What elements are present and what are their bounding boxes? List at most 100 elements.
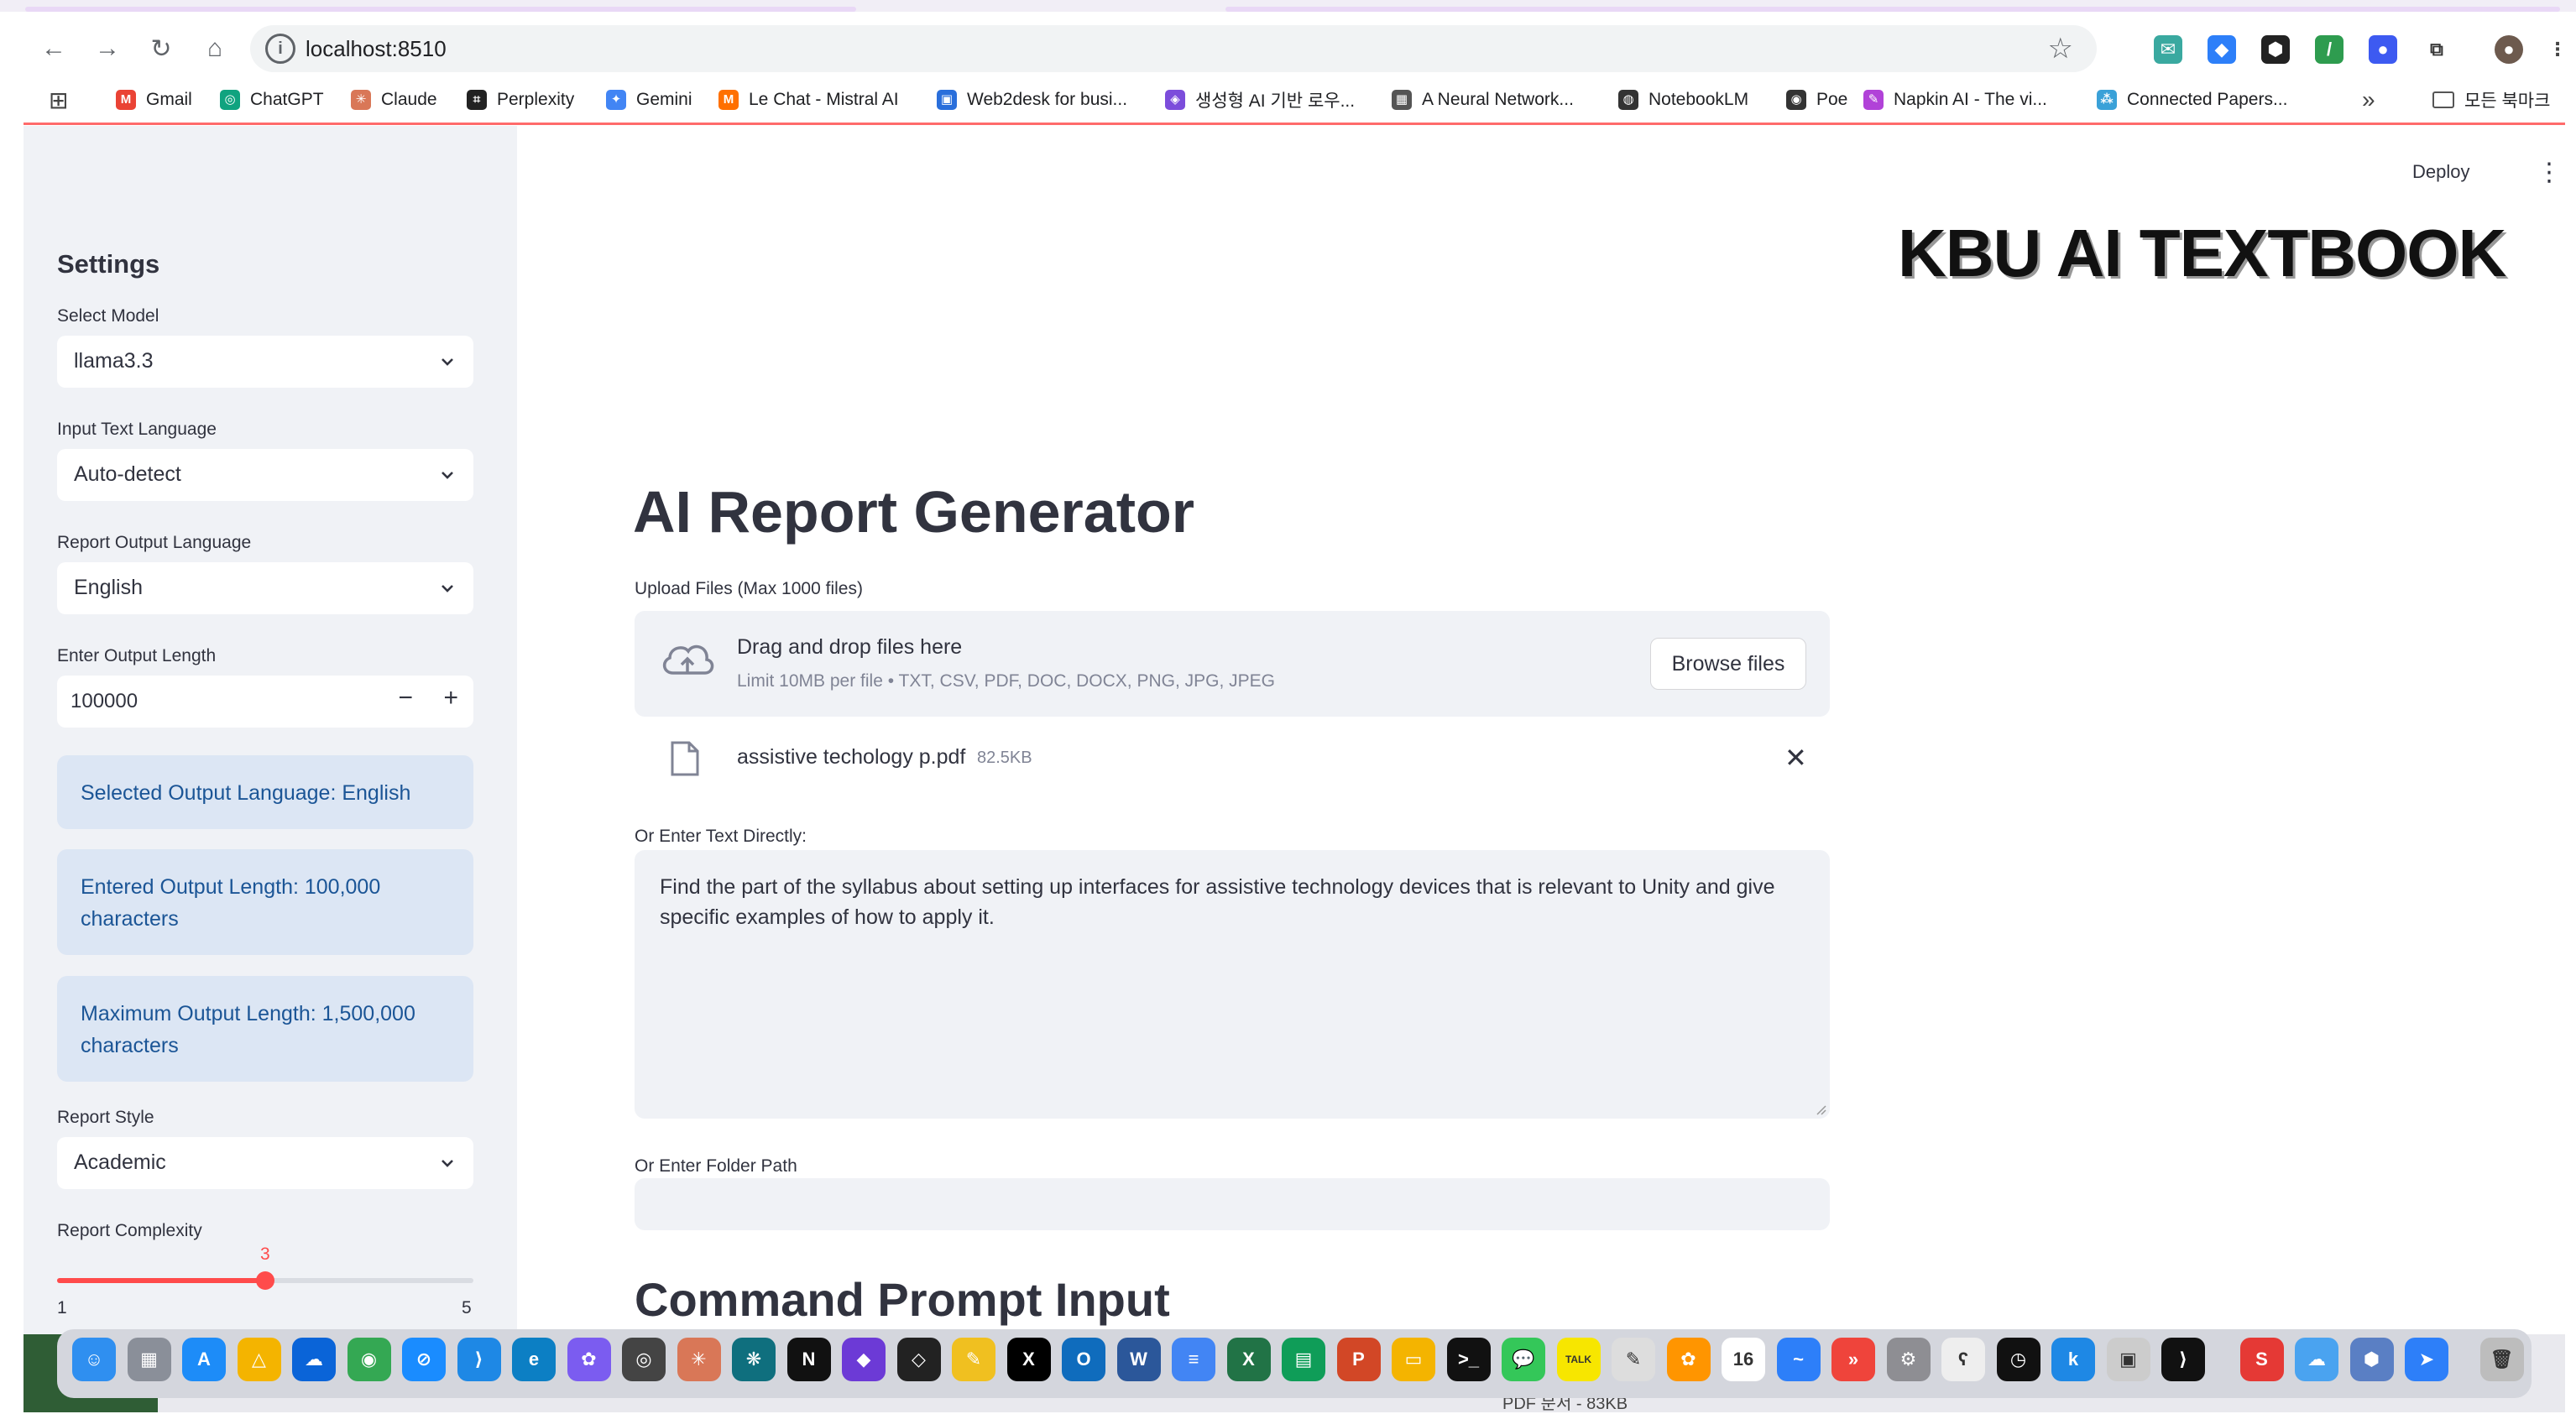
kakaotalk-icon[interactable]: TALK [1556, 1338, 1601, 1381]
bookmark-item[interactable]: ⌗ Perplexity [467, 86, 574, 114]
cursor-icon[interactable]: ◇ [896, 1338, 941, 1381]
home-icon[interactable]: ⌂ [193, 27, 237, 70]
model-select[interactable]: llama3.3 [57, 336, 473, 388]
complexity-slider[interactable] [57, 1271, 473, 1290]
launchpad-icon[interactable]: ▦ [127, 1338, 171, 1381]
output-language-select[interactable]: English [57, 562, 473, 614]
bookmark-label: Gmail [146, 90, 192, 109]
output-length-input[interactable]: 100000 − + [57, 676, 473, 728]
bookmark-item[interactable]: ✳ Claude [351, 86, 437, 114]
chrome-menu-icon[interactable]: ⋮ [2548, 35, 2567, 64]
arrow-app-icon[interactable]: ➤ [2405, 1338, 2448, 1381]
sheets-icon[interactable]: ▤ [1282, 1338, 1325, 1381]
preview-icon[interactable]: ▣ [2106, 1338, 2150, 1381]
text-input-value[interactable]: Find the part of the syllabus about sett… [660, 875, 1775, 929]
safari-icon[interactable]: ⊘ [402, 1338, 446, 1381]
arc-icon[interactable]: ◆ [842, 1338, 886, 1381]
input-language-select[interactable]: Auto-detect [57, 449, 473, 501]
extension-icon[interactable]: / [2315, 35, 2343, 64]
word-icon[interactable]: W [1116, 1338, 1161, 1381]
bookmark-item[interactable]: ✎ Napkin AI - The vi... [1863, 86, 2047, 114]
messages-icon[interactable]: 💬 [1502, 1338, 1545, 1381]
decrement-button[interactable]: − [398, 684, 413, 712]
trash-icon[interactable]: 🗑 [2479, 1338, 2524, 1381]
bookmark-item[interactable]: ◎ ChatGPT [220, 86, 324, 114]
freeform-icon[interactable]: ~ [1776, 1338, 1821, 1381]
main-menu-icon[interactable]: ⋮ [2537, 158, 2562, 187]
clock-icon[interactable]: ◷ [1996, 1338, 2040, 1381]
bookmark-item[interactable]: ◉ Poe [1786, 86, 1847, 114]
x-icon[interactable]: X [1006, 1338, 1051, 1381]
bookmark-item[interactable]: ◈ 생성형 AI 기반 로우... [1165, 86, 1355, 114]
url-text[interactable]: localhost:8510 [306, 36, 447, 62]
calendar-icon[interactable]: 16 [1722, 1338, 1765, 1381]
onedrive-icon[interactable]: ☁ [292, 1338, 336, 1381]
folder-path-input[interactable] [635, 1178, 1830, 1230]
brush-icon[interactable]: ✎ [952, 1338, 995, 1381]
vscode-icon[interactable]: ⟩ [457, 1338, 501, 1381]
bookmarks-overflow-icon[interactable]: » [2362, 86, 2375, 114]
bookmark-item[interactable]: M Le Chat - Mistral AI [718, 86, 899, 114]
settings-icon[interactable]: ⚙ [1886, 1338, 1931, 1381]
chrome-icon[interactable]: ◉ [347, 1338, 391, 1381]
address-bar[interactable]: i localhost:8510 ☆ [250, 25, 2097, 72]
bookmark-item[interactable]: ⁂ Connected Papers... [2097, 86, 2287, 114]
bookmark-item[interactable]: M Gmail [116, 86, 192, 114]
output-length-value[interactable]: 100000 [71, 690, 138, 713]
extension-icon[interactable]: ✉ [2154, 35, 2182, 64]
deploy-button[interactable]: Deploy [2412, 161, 2469, 183]
app-store-icon[interactable]: A [182, 1338, 226, 1381]
forward-icon[interactable]: → [86, 27, 129, 70]
photos-icon[interactable]: ✿ [1666, 1338, 1711, 1381]
notion-icon[interactable]: N [786, 1338, 831, 1381]
xcode-tool-icon[interactable]: ⟩ [2161, 1338, 2205, 1381]
back-icon[interactable]: ← [32, 27, 76, 70]
outlook-icon[interactable]: O [1062, 1338, 1105, 1381]
tab-highlight[interactable] [25, 7, 856, 12]
bookmark-item[interactable]: ✦ Gemini [606, 86, 692, 114]
s-app-icon[interactable]: S [2239, 1338, 2284, 1381]
google-drive-icon[interactable]: △ [237, 1338, 281, 1381]
text-input-area[interactable]: Find the part of the syllabus about sett… [635, 850, 1830, 1119]
terminal-icon[interactable]: >_ [1446, 1338, 1491, 1381]
tab-highlight[interactable] [1225, 7, 2560, 12]
bookmark-item[interactable]: ▣ Web2desk for busi... [937, 86, 1127, 114]
bookmark-star-icon[interactable]: ☆ [2048, 32, 2073, 65]
browse-files-button[interactable]: Browse files [1650, 638, 1806, 690]
anydesk-icon[interactable]: » [1831, 1338, 1875, 1381]
remove-file-icon[interactable]: ✕ [1784, 742, 1807, 774]
copilot-icon[interactable]: ✿ [567, 1338, 611, 1381]
extension-icon[interactable]: ◆ [2208, 35, 2236, 64]
icloud-icon[interactable]: ☁ [2295, 1338, 2338, 1381]
extension-icon[interactable]: ● [2369, 35, 2397, 64]
apps-grid-icon[interactable]: ⊞ [49, 86, 68, 114]
edge-icon[interactable]: e [512, 1338, 556, 1381]
bookmark-item[interactable]: ◍ NotebookLM [1618, 86, 1748, 114]
file-dropzone[interactable]: Drag and drop files here Limit 10MB per … [635, 611, 1830, 717]
slides-icon[interactable]: ▭ [1392, 1338, 1435, 1381]
all-bookmarks-folder[interactable]: 모든 북마크 [2432, 86, 2550, 114]
bear-icon[interactable]: ʕ [1941, 1338, 1985, 1381]
finder-icon[interactable]: ☺ [72, 1338, 116, 1381]
profile-avatar[interactable]: ● [2495, 35, 2523, 64]
butterfly-icon[interactable]: ❋ [732, 1338, 776, 1381]
streamlit-header-accent [24, 123, 2565, 125]
hex-app-icon[interactable]: ⬢ [2349, 1338, 2394, 1381]
reload-icon[interactable]: ↻ [139, 27, 183, 70]
extensions-puzzle-icon[interactable]: ⧉ [2422, 35, 2451, 64]
slider-thumb[interactable] [256, 1271, 274, 1290]
increment-button[interactable]: + [443, 684, 458, 712]
resize-grip-icon[interactable] [1815, 1104, 1826, 1115]
textedit-icon[interactable]: ✎ [1612, 1338, 1655, 1381]
bookmark-item[interactable]: ▦ A Neural Network... [1392, 86, 1574, 114]
k-app-icon[interactable]: k [2051, 1338, 2095, 1381]
claude-icon[interactable]: ✳ [677, 1338, 721, 1381]
docs-icon[interactable]: ≡ [1172, 1338, 1215, 1381]
excel-icon[interactable]: X [1226, 1338, 1271, 1381]
powerpoint-icon[interactable]: P [1336, 1338, 1381, 1381]
chatgpt-icon[interactable]: ◎ [622, 1338, 666, 1381]
report-style-select[interactable]: Academic [57, 1137, 473, 1189]
extension-icon[interactable]: ⬢ [2261, 35, 2290, 64]
site-info-icon[interactable]: i [265, 34, 295, 64]
chevron-down-icon [442, 1160, 453, 1167]
